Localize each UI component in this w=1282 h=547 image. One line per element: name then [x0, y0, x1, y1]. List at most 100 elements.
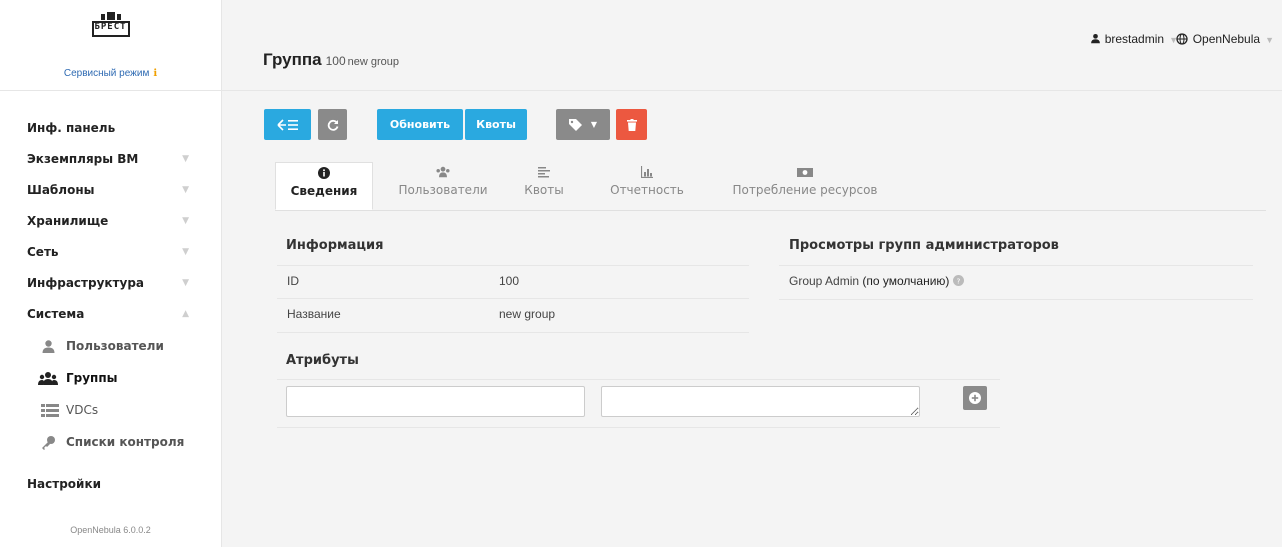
- tab-accounting[interactable]: Отчетность: [597, 162, 697, 210]
- tag-icon: [568, 118, 582, 131]
- list-icon: [41, 404, 59, 417]
- attribute-value-input[interactable]: [601, 386, 920, 417]
- info-icon[interactable]: ℹ: [153, 68, 157, 79]
- tab-users[interactable]: Пользователи: [383, 162, 503, 210]
- money-icon: [797, 168, 813, 177]
- info-circle-icon: [318, 167, 330, 179]
- logo-text: БРЕСТ: [94, 22, 127, 32]
- sidebar-item-label: Инфраструктура: [27, 276, 145, 290]
- chevron-down-icon: ▼: [1265, 35, 1274, 45]
- chevron-down-icon: ▼: [182, 216, 189, 226]
- sidebar-item-templates[interactable]: Шаблоны ▼: [0, 175, 221, 206]
- service-mode: Сервисный режим ℹ: [0, 68, 221, 79]
- chevron-down-icon: ▼: [182, 185, 189, 195]
- sidebar-item-label: Сеть: [27, 245, 59, 259]
- add-attribute-button[interactable]: [963, 386, 987, 410]
- info-value: 100: [499, 274, 520, 288]
- sidebar-item-label: Хранилище: [27, 214, 109, 228]
- page-title: Группа 100 new group: [263, 50, 399, 70]
- sidebar-item-infrastructure[interactable]: Инфраструктура ▼: [0, 268, 221, 299]
- refresh-button[interactable]: [318, 109, 347, 140]
- brest-logo[interactable]: [71, 10, 151, 66]
- tab-bar: Сведения Пользователи Квоты Отчетность П…: [275, 162, 1266, 211]
- sidebar-item-label: Инф. панель: [27, 121, 116, 135]
- sidebar-subitem-users[interactable]: Пользователи: [0, 330, 221, 362]
- sidebar-subitem-label: Группы: [66, 371, 118, 385]
- user-icon: [42, 340, 55, 353]
- tab-info[interactable]: Сведения: [275, 162, 373, 210]
- trash-icon: [626, 118, 637, 131]
- sidebar-subitem-groups[interactable]: Группы: [0, 362, 221, 394]
- sidebar-item-label: Экземпляры ВМ: [27, 152, 139, 166]
- logo-block: БРЕСТ Сервисный режим ℹ: [0, 0, 221, 91]
- sidebar-item-label: Шаблоны: [27, 183, 95, 197]
- sidebar-item-storage[interactable]: Хранилище ▼: [0, 206, 221, 237]
- tab-label: Потребление ресурсов: [732, 183, 878, 197]
- info-section-title: Информация: [286, 238, 384, 253]
- tab-label: Квоты: [524, 183, 564, 197]
- admin-view-label: Group Admin (по умолчанию) ?: [789, 274, 964, 288]
- tab-showback[interactable]: Потребление ресурсов: [725, 162, 885, 210]
- svg-text:?: ?: [956, 276, 960, 285]
- sidebar-item-network[interactable]: Сеть ▼: [0, 237, 221, 268]
- attribute-name-input[interactable]: [286, 386, 585, 417]
- page-title-text: Группа: [263, 50, 322, 69]
- group-id: 100: [325, 54, 346, 68]
- sidebar-subitem-label: VDCs: [66, 403, 99, 417]
- info-value: new group: [499, 307, 556, 321]
- bar-chart-icon: [640, 166, 653, 179]
- back-button[interactable]: [264, 109, 311, 140]
- update-button[interactable]: Обновить: [377, 109, 463, 140]
- top-bar: Группа 100 new group brestadmin ▼ OpenNebul…: [222, 0, 1282, 91]
- info-key: Название: [287, 307, 341, 321]
- sidebar-subitem-vdcs[interactable]: VDCs: [0, 394, 221, 426]
- group-name: new group: [347, 56, 400, 68]
- sidebar-menu: Инф. панель Экземпляры ВМ ▼ Шаблоны ▼ Хран…: [0, 113, 221, 458]
- chevron-down-icon: ▼: [182, 154, 189, 164]
- tab-label: Пользователи: [398, 183, 488, 197]
- user-name: brestadmin: [1104, 32, 1165, 46]
- tab-label: Отчетность: [610, 183, 684, 197]
- sidebar-item-vms[interactable]: Экземпляры ВМ ▼: [0, 144, 221, 175]
- tab-label: Сведения: [290, 184, 358, 198]
- tab-quotas[interactable]: Квоты: [519, 162, 569, 210]
- question-circle-icon[interactable]: ?: [952, 275, 964, 286]
- sidebar-subitem-acls[interactable]: Списки контроля: [0, 426, 221, 458]
- refresh-icon: [327, 119, 338, 131]
- info-row-name: Название new group: [277, 298, 749, 333]
- delete-button[interactable]: [616, 109, 647, 140]
- back-list-icon: [276, 118, 298, 131]
- key-icon: [42, 436, 55, 450]
- sidebar-subitem-label: Списки контроля: [66, 435, 185, 449]
- zone-menu[interactable]: OpenNebula ▼: [1176, 32, 1274, 46]
- attributes-title: Атрибуты: [286, 353, 359, 368]
- service-mode-label: Сервисный режим: [63, 68, 150, 79]
- chevron-down-icon: ▼: [182, 247, 189, 257]
- sidebar-subitem-label: Пользователи: [66, 339, 164, 353]
- sidebar-item-system[interactable]: Система ▲: [0, 299, 221, 330]
- align-left-icon: [538, 167, 550, 178]
- admin-views-title: Просмотры групп администраторов: [789, 238, 1059, 253]
- sidebar: БРЕСТ Сервисный режим ℹ Инф. панель Экзем…: [0, 0, 222, 547]
- sidebar-item-dashboard[interactable]: Инф. панель: [0, 113, 221, 144]
- chevron-up-icon: ▲: [182, 309, 189, 319]
- admin-view-note: (по умолчанию): [862, 274, 950, 288]
- user-icon: [1090, 33, 1100, 44]
- chevron-down-icon: ▼: [182, 278, 189, 288]
- admin-view-name: Group Admin: [789, 274, 860, 288]
- labels-button[interactable]: ▼: [556, 109, 610, 140]
- users-icon: [436, 166, 450, 178]
- globe-icon: [1176, 33, 1188, 45]
- info-key: ID: [287, 274, 299, 288]
- sidebar-item-settings[interactable]: Настройки: [27, 477, 101, 491]
- user-menu[interactable]: brestadmin ▼: [1090, 32, 1178, 46]
- version-label: OpenNebula 6.0.0.2: [70, 525, 151, 535]
- users-icon: [38, 372, 58, 385]
- zone-name: OpenNebula: [1192, 32, 1261, 46]
- chevron-down-icon: ▼: [590, 120, 598, 129]
- admin-view-row: Group Admin (по умолчанию) ?: [779, 265, 1253, 300]
- quotas-button[interactable]: Квоты: [465, 109, 527, 140]
- sidebar-item-label: Система: [27, 307, 85, 321]
- info-row-id: ID 100: [277, 265, 749, 299]
- plus-circle-icon: [969, 392, 981, 404]
